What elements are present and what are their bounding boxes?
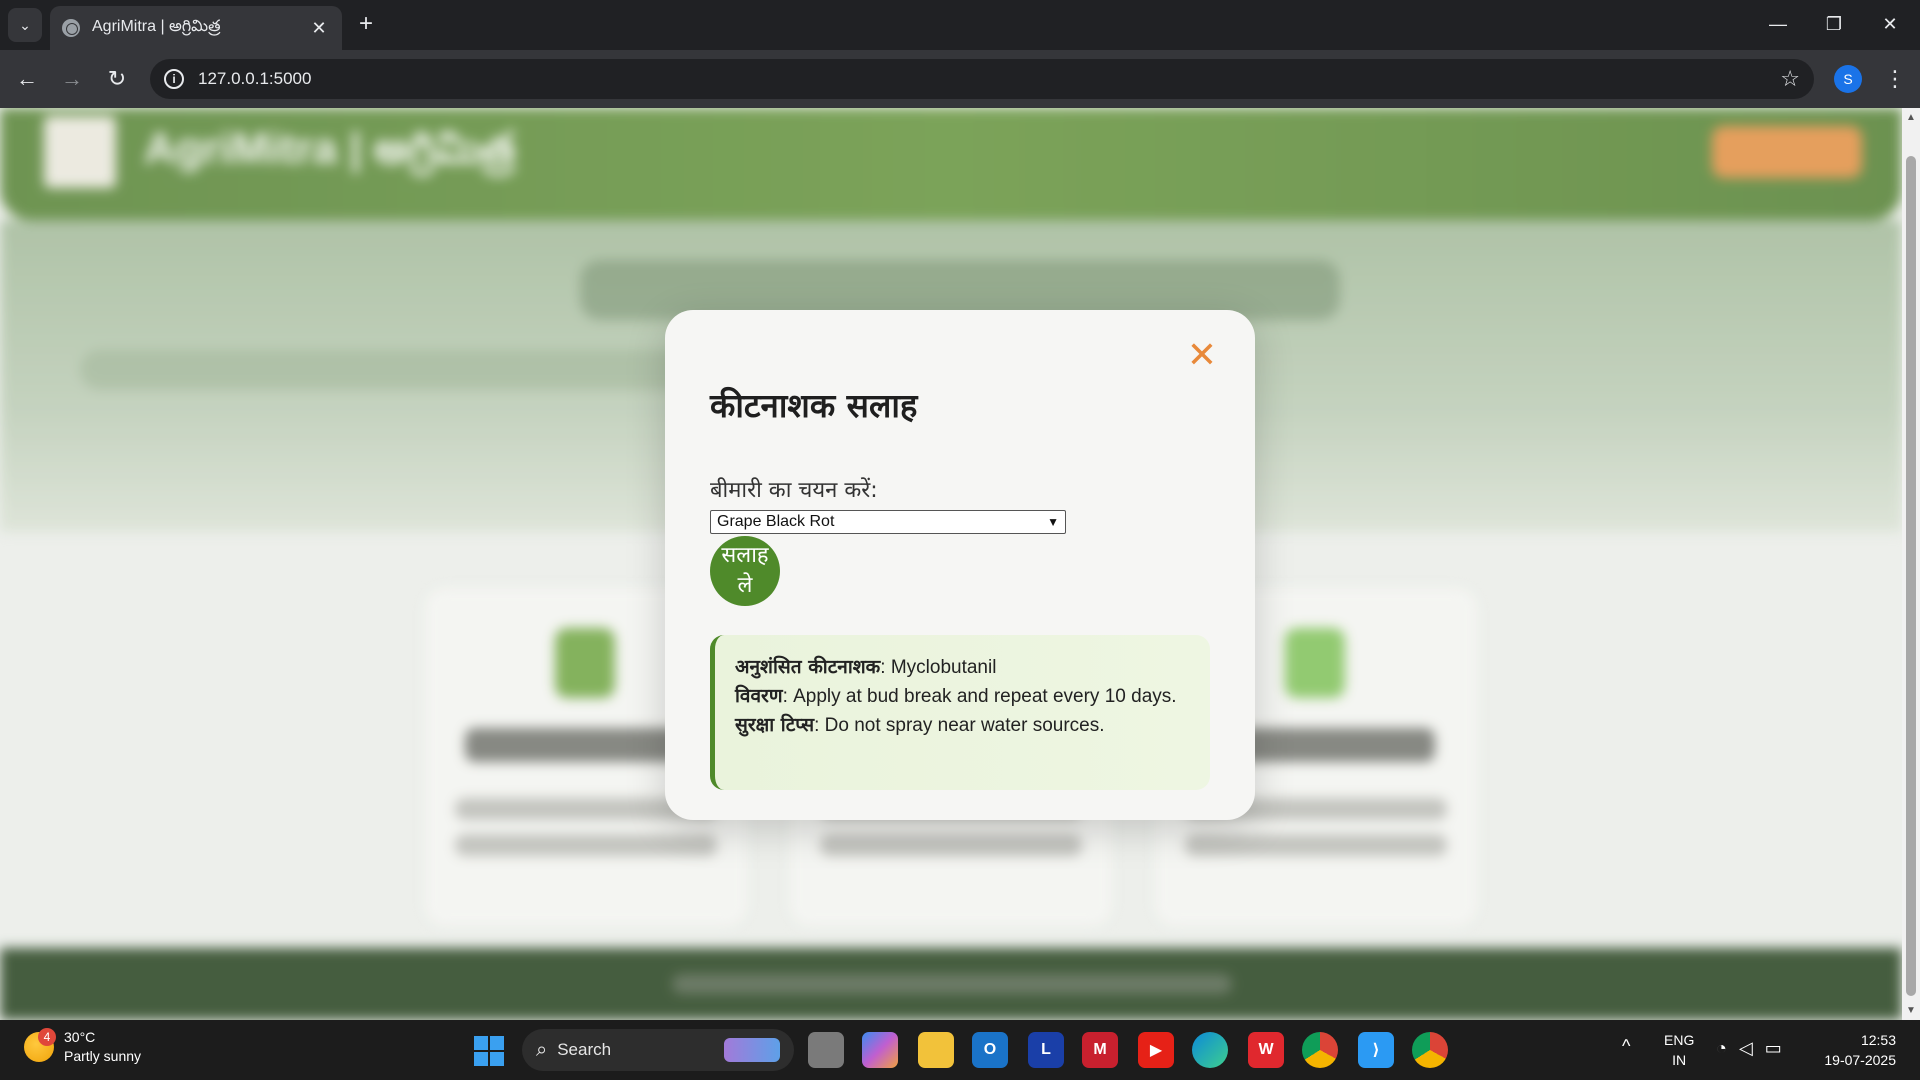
tray-chevron-up-icon[interactable]: ^ <box>1622 1036 1630 1057</box>
new-tab-button[interactable]: + <box>352 10 380 38</box>
taskbar-search[interactable]: ⌕ Search <box>522 1029 794 1071</box>
result-pesticide: अनुशंसित कीटनाशक: Myclobutanil <box>735 653 1190 682</box>
lang-code: ENG <box>1664 1032 1695 1048</box>
system-tray[interactable]: ◔ ◁ ▭ <box>1716 1038 1782 1059</box>
browser-tab[interactable]: AgriMitra | అగ్రిమిత్ర ✕ <box>50 6 342 50</box>
l-app-icon[interactable]: L <box>1028 1032 1064 1068</box>
back-button[interactable]: ← <box>10 62 44 96</box>
mcafee-icon[interactable]: M <box>1082 1032 1118 1068</box>
disease-select-label: बीमारी का चयन करें: <box>710 478 878 503</box>
get-advice-button[interactable]: सलाह ले <box>710 536 780 606</box>
search-icon: ⌕ <box>536 1038 548 1061</box>
outlook-icon[interactable]: O <box>972 1032 1008 1068</box>
vscode-icon[interactable]: ⟩ <box>1358 1032 1394 1068</box>
page-viewport: AgriMitra | అగ్రిమిత్ర ✕ कीटनाशक सलाह बी… <box>0 108 1902 1020</box>
scroll-up-icon[interactable]: ▲ <box>1906 112 1916 123</box>
site-info-icon[interactable]: i <box>164 69 184 89</box>
pesticide-key: अनुशंसित कीटनाशक <box>735 656 881 678</box>
pesticide-advice-modal: ✕ कीटनाशक सलाह बीमारी का चयन करें: Grape… <box>665 310 1255 820</box>
browser-tab-bar: ⌄ AgriMitra | అగ్రిమిత్ర ✕ + — ❐ ✕ <box>0 0 1920 50</box>
safety-value: : Do not spray near water sources. <box>814 715 1105 736</box>
result-safety: सुरक्षा टिप्स: Do not spray near water s… <box>735 711 1190 740</box>
weather-desc: Partly sunny <box>64 1048 142 1064</box>
file-explorer-icon[interactable] <box>918 1032 954 1068</box>
restore-button[interactable]: ❐ <box>1814 8 1854 40</box>
profile-avatar[interactable]: S <box>1834 65 1862 93</box>
tab-search-button[interactable]: ⌄ <box>8 8 42 42</box>
safety-key: सुरक्षा टिप्स <box>735 714 815 736</box>
advice-result: अनुशंसित कीटनाशक: Myclobutanil विवरण: Ap… <box>710 635 1210 790</box>
address-bar[interactable]: i 127.0.0.1:5000 ☆ <box>150 59 1814 99</box>
forward-button[interactable]: → <box>55 62 89 96</box>
close-window-button[interactable]: ✕ <box>1870 8 1910 40</box>
chevron-down-icon: ▼ <box>1047 515 1059 529</box>
wps-office-icon[interactable]: W <box>1248 1032 1284 1068</box>
task-view-icon[interactable] <box>808 1032 844 1068</box>
windows-taskbar: 4 30°C Partly sunny ⌕ Search O L M ▶ W ⟩… <box>0 1020 1920 1080</box>
modal-title: कीटनाशक सलाह <box>710 386 918 425</box>
tab-title: AgriMitra | అగ్రిమిత్ర <box>92 18 221 35</box>
language-indicator[interactable]: ENG IN <box>1664 1030 1694 1070</box>
scroll-thumb[interactable] <box>1906 156 1916 996</box>
close-icon[interactable]: ✕ <box>1187 338 1217 374</box>
weather-widget[interactable]: 4 30°C Partly sunny <box>24 1028 141 1066</box>
disease-select[interactable]: Grape Black Rot ▼ <box>710 510 1066 534</box>
wifi-icon[interactable]: ◔ <box>1716 1038 1727 1059</box>
battery-icon[interactable]: ▭ <box>1765 1038 1782 1059</box>
search-label: Search <box>557 1040 612 1059</box>
pesticide-value: : Myclobutanil <box>880 657 997 678</box>
close-tab-icon[interactable]: ✕ <box>308 18 330 39</box>
search-highlight-icon <box>724 1038 780 1062</box>
description-key: विवरण <box>735 685 783 707</box>
result-description: विवरण: Apply at bud break and repeat eve… <box>735 682 1190 711</box>
windows-start-icon[interactable] <box>474 1036 504 1066</box>
clock-date: 19-07-2025 <box>1824 1052 1896 1068</box>
copilot-icon[interactable] <box>862 1032 898 1068</box>
clock[interactable]: 12:53 19-07-2025 <box>1812 1030 1896 1070</box>
page-scrollbar[interactable]: ▲ ▼ <box>1902 108 1920 1020</box>
clock-time: 12:53 <box>1860 1032 1896 1048</box>
globe-icon <box>62 19 80 37</box>
partly-sunny-icon: 4 <box>24 1028 56 1062</box>
notification-badge: 4 <box>38 1028 56 1046</box>
description-value: : Apply at bud break and repeat every 10… <box>782 686 1177 707</box>
url-text[interactable]: 127.0.0.1:5000 <box>198 69 1780 89</box>
chrome-profile-icon[interactable] <box>1302 1032 1338 1068</box>
browser-toolbar: ← → ↻ i 127.0.0.1:5000 ☆ S ⋮ <box>0 50 1920 108</box>
scroll-down-icon[interactable]: ▼ <box>1906 1005 1916 1016</box>
reload-button[interactable]: ↻ <box>100 62 134 96</box>
minimize-button[interactable]: — <box>1758 8 1798 40</box>
edge-icon[interactable] <box>1192 1032 1228 1068</box>
chrome-icon[interactable] <box>1412 1032 1448 1068</box>
browser-menu-icon[interactable]: ⋮ <box>1880 62 1910 96</box>
youtube-icon[interactable]: ▶ <box>1138 1032 1174 1068</box>
weather-temp: 30°C <box>64 1029 96 1045</box>
bookmark-star-icon[interactable]: ☆ <box>1780 66 1800 92</box>
selected-disease: Grape Black Rot <box>717 513 835 530</box>
lang-region: IN <box>1672 1052 1687 1068</box>
volume-mute-icon[interactable]: ◁ <box>1739 1038 1753 1059</box>
